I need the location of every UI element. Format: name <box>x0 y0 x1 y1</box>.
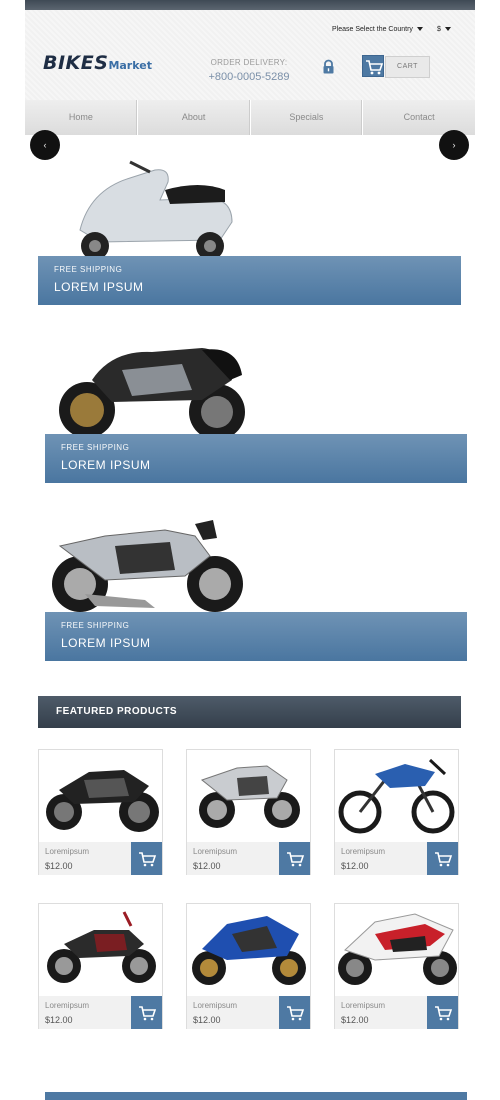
slide-image-1 <box>60 160 240 256</box>
product-name[interactable]: Loremipsum <box>193 847 237 856</box>
chevron-down-icon <box>416 27 423 32</box>
phone-number: +800-0005-5289 <box>208 71 290 83</box>
slide-title: LOREM IPSUM <box>61 636 151 650</box>
product-card[interactable]: Loremipsum $12.00 <box>186 749 311 875</box>
add-to-cart-button[interactable] <box>131 996 162 1029</box>
product-price: $12.00 <box>341 1015 369 1025</box>
product-name[interactable]: Loremipsum <box>45 1001 89 1010</box>
product-image[interactable] <box>335 904 458 996</box>
cruiser-image <box>46 770 159 832</box>
country-select[interactable]: Please Select the Country <box>332 26 423 33</box>
product-image[interactable] <box>187 904 310 996</box>
slider-prev-button[interactable]: ‹ <box>30 130 60 160</box>
product-price: $12.00 <box>45 861 73 871</box>
cart-button[interactable]: CART <box>385 56 430 78</box>
currency-label: $ <box>437 26 441 33</box>
product-card[interactable]: Loremipsum $12.00 <box>38 903 163 1029</box>
product-card[interactable]: Loremipsum $12.00 <box>334 903 459 1029</box>
product-image[interactable] <box>335 750 458 842</box>
streetbike-image <box>199 765 300 828</box>
cart-icon-button[interactable] <box>362 55 384 77</box>
nav-item-about[interactable]: About <box>138 100 251 135</box>
product-footer: Loremipsum $12.00 <box>39 842 162 875</box>
product-image[interactable] <box>39 750 162 842</box>
add-to-cart-button[interactable] <box>279 996 310 1029</box>
add-to-cart-button[interactable] <box>131 842 162 875</box>
slider-next-button[interactable]: › <box>439 130 469 160</box>
product-name[interactable]: Loremipsum <box>45 847 89 856</box>
product-footer: Loremipsum $12.00 <box>335 842 458 875</box>
product-price: $12.00 <box>193 1015 221 1025</box>
main-nav: Home About Specials Contact <box>25 100 475 135</box>
country-select-label: Please Select the Country <box>332 26 413 33</box>
product-price: $12.00 <box>45 1015 73 1025</box>
featured-products-heading: FEATURED PRODUCTS <box>38 696 461 728</box>
add-to-cart-button[interactable] <box>427 996 458 1029</box>
product-card[interactable]: Loremipsum $12.00 <box>186 903 311 1029</box>
chevron-down-icon <box>444 27 451 32</box>
bottom-bar <box>45 1092 467 1100</box>
sportbike-image <box>59 348 245 434</box>
slide-title: LOREM IPSUM <box>54 280 144 294</box>
currency-select[interactable]: $ <box>437 26 451 33</box>
product-name[interactable]: Loremipsum <box>341 1001 385 1010</box>
product-footer: Loremipsum $12.00 <box>187 996 310 1029</box>
slide-subtitle: FREE SHIPPING <box>61 621 130 630</box>
cart-icon <box>366 60 384 75</box>
slide-banner-2[interactable]: FREE SHIPPING LOREM IPSUM <box>45 434 467 483</box>
product-image[interactable] <box>187 750 310 842</box>
add-to-cart-button[interactable] <box>279 842 310 875</box>
product-card[interactable]: Loremipsum $12.00 <box>334 749 459 875</box>
logo-sub: Market <box>108 59 152 72</box>
cart-icon <box>139 1006 157 1021</box>
slide-title: LOREM IPSUM <box>61 458 151 472</box>
slide-image-3 <box>45 516 245 612</box>
order-delivery: ORDER DELIVERY: +800-0005-5289 <box>208 58 290 83</box>
nav-item-specials[interactable]: Specials <box>251 100 364 135</box>
cart-icon <box>435 852 453 867</box>
site-logo[interactable]: BIKESMarket <box>43 52 152 74</box>
blue-sportbike-image <box>192 916 306 985</box>
product-name[interactable]: Loremipsum <box>341 847 385 856</box>
order-delivery-label: ORDER DELIVERY: <box>210 58 288 67</box>
top-strip <box>25 0 475 10</box>
add-to-cart-button[interactable] <box>427 842 458 875</box>
cart-icon <box>287 1006 305 1021</box>
nakedbike-image <box>52 520 243 612</box>
scooter-image <box>79 160 233 256</box>
lock-icon[interactable] <box>321 59 336 74</box>
logo-main: BIKES <box>43 52 109 74</box>
product-price: $12.00 <box>341 861 369 871</box>
slide-banner-3[interactable]: FREE SHIPPING LOREM IPSUM <box>45 612 467 661</box>
product-price: $12.00 <box>193 861 221 871</box>
slide-subtitle: FREE SHIPPING <box>61 443 130 452</box>
slide-banner-1[interactable]: FREE SHIPPING LOREM IPSUM <box>38 256 461 305</box>
product-footer: Loremipsum $12.00 <box>187 842 310 875</box>
dirtbike-image <box>338 758 455 834</box>
product-card[interactable]: Loremipsum $12.00 <box>38 749 163 875</box>
site-header: Please Select the Country $ BIKESMarket … <box>25 10 475 100</box>
cart-icon <box>435 1006 453 1021</box>
commuter-image <box>47 911 156 983</box>
red-sportbike-image <box>338 913 457 985</box>
cart-icon <box>139 852 157 867</box>
product-image[interactable] <box>39 904 162 996</box>
cart-icon <box>287 852 305 867</box>
slide-image-2 <box>52 340 252 434</box>
slide-subtitle: FREE SHIPPING <box>54 265 123 274</box>
product-footer: Loremipsum $12.00 <box>39 996 162 1029</box>
product-footer: Loremipsum $12.00 <box>335 996 458 1029</box>
product-name[interactable]: Loremipsum <box>193 1001 237 1010</box>
